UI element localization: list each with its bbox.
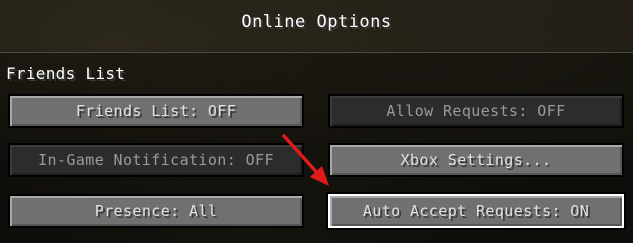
- auto-accept-requests-toggle-label: Auto Accept Requests: ON: [362, 202, 590, 220]
- in-game-notification-toggle-label: In-Game Notification: OFF: [38, 151, 274, 169]
- section-label-friends-list: Friends List: [6, 64, 126, 83]
- annotation-arrow-icon: [282, 134, 329, 186]
- allow-requests-toggle-label: Allow Requests: OFF: [386, 102, 566, 120]
- in-game-notification-toggle-button[interactable]: In-Game Notification: OFF: [8, 143, 304, 177]
- auto-accept-requests-toggle-button[interactable]: Auto Accept Requests: ON: [326, 192, 626, 230]
- online-options-screen: Online Options Friends List Friends List…: [0, 0, 633, 243]
- friends-list-toggle-button[interactable]: Friends List: OFF: [8, 94, 304, 128]
- friends-list-toggle-label: Friends List: OFF: [75, 102, 237, 120]
- xbox-settings-button[interactable]: Xbox Settings...: [328, 143, 624, 177]
- allow-requests-toggle-button[interactable]: Allow Requests: OFF: [328, 94, 624, 128]
- presence-toggle-label: Presence: All: [94, 202, 218, 220]
- annotation-arrow-shaft: [282, 134, 322, 178]
- xbox-settings-label: Xbox Settings...: [400, 151, 552, 169]
- presence-toggle-button[interactable]: Presence: All: [8, 194, 304, 228]
- screen-title: Online Options: [241, 12, 392, 32]
